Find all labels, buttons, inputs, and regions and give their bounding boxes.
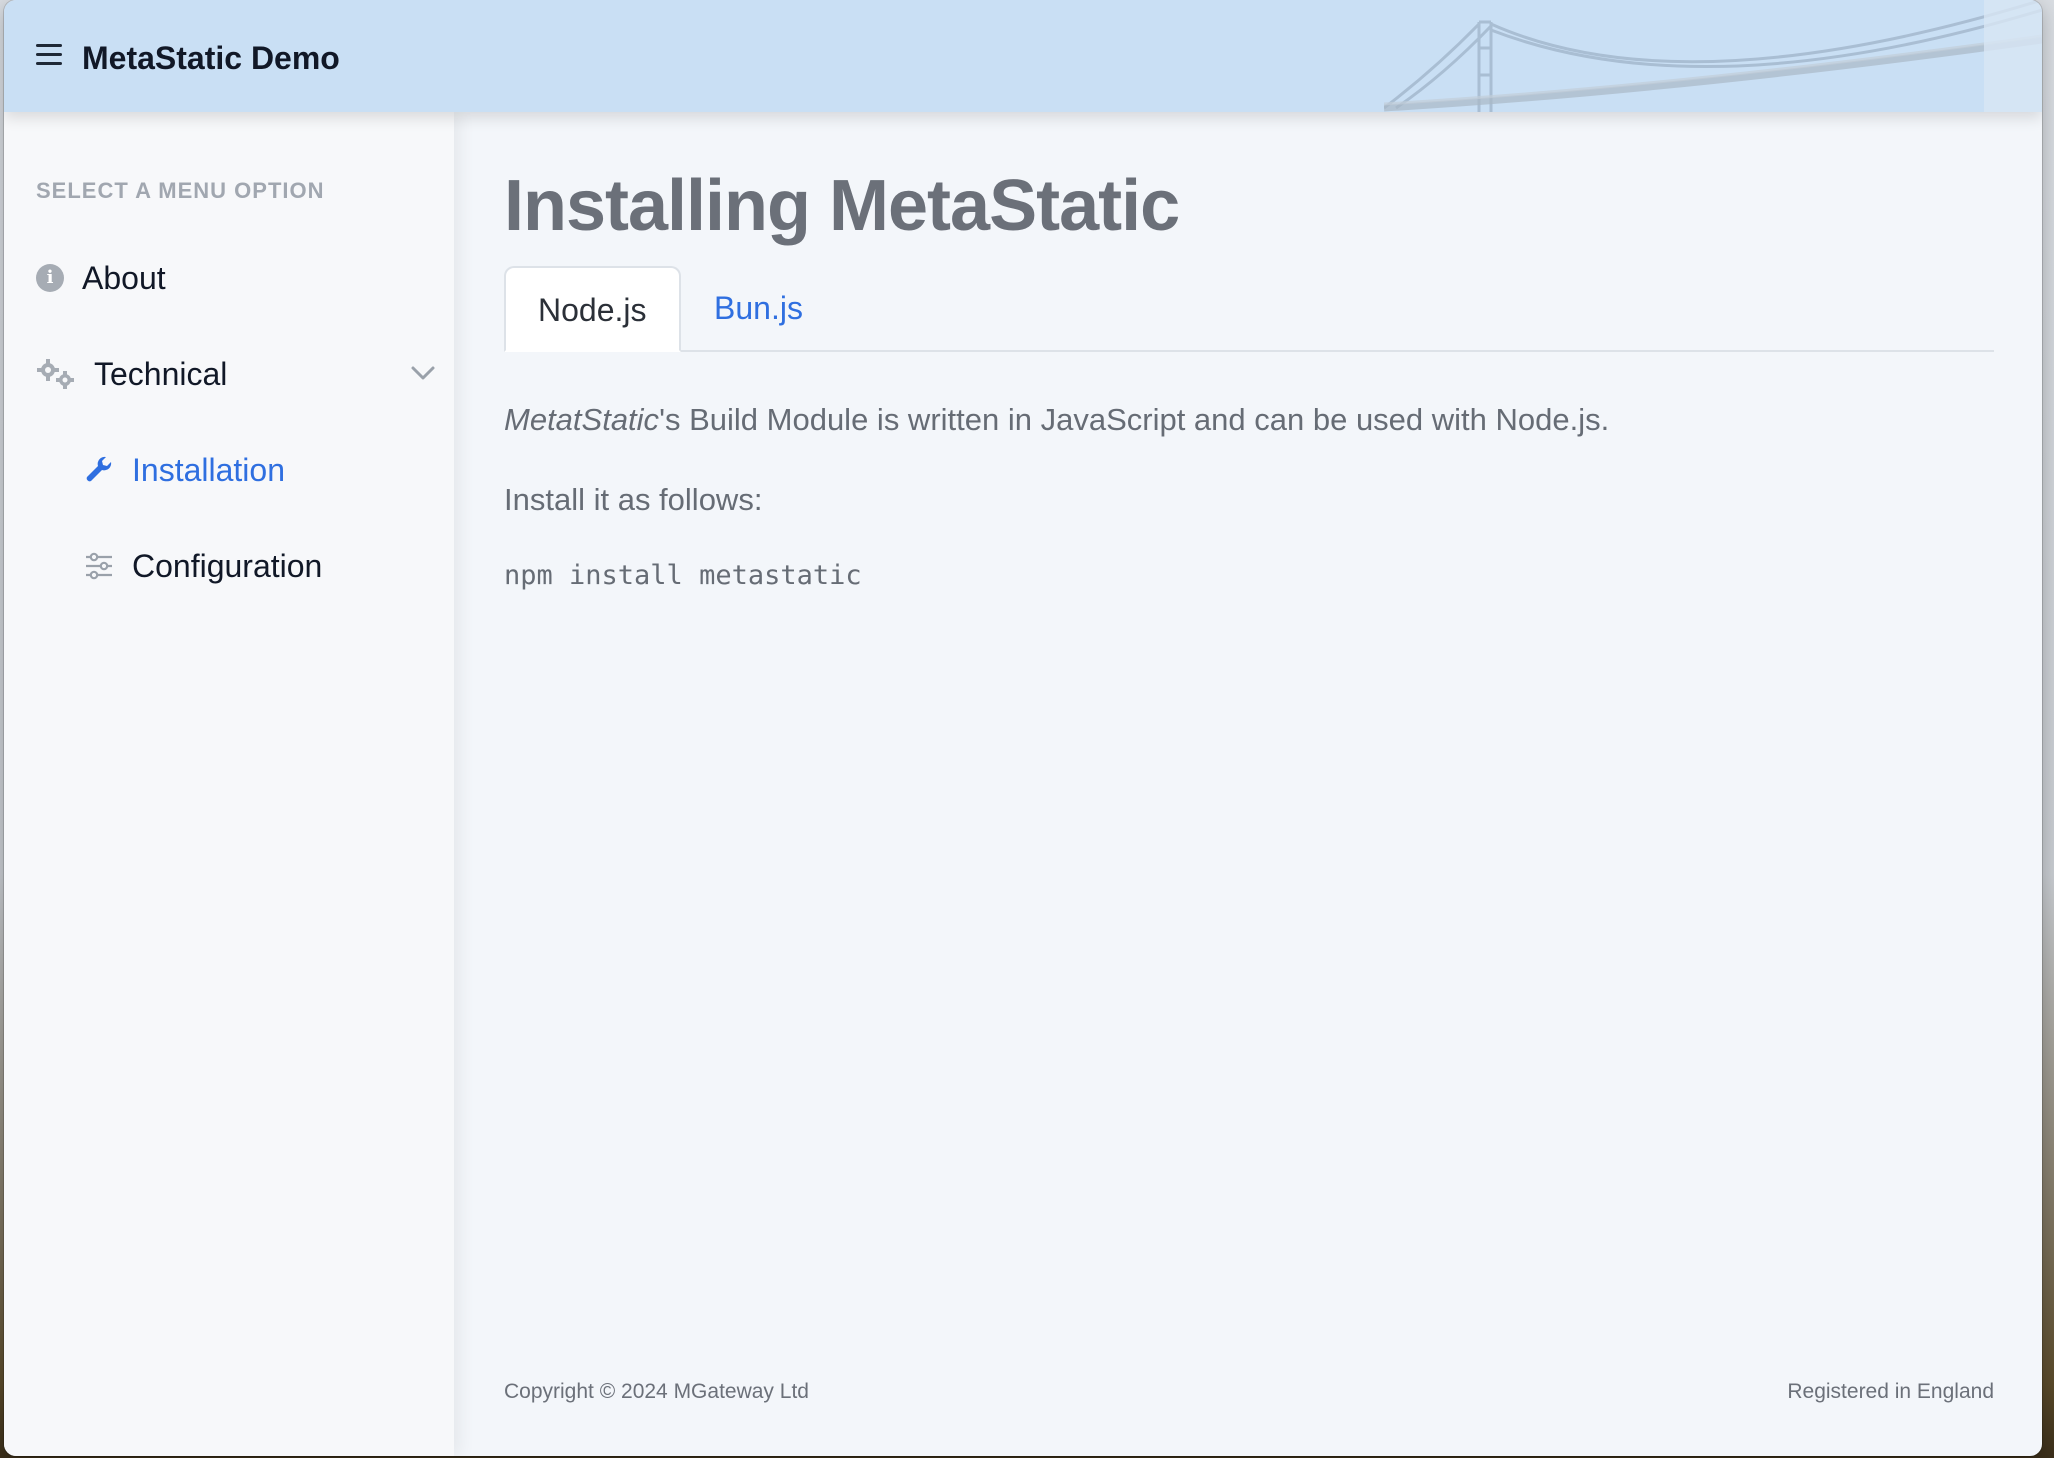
product-name-emphasis: MetatStatic — [504, 402, 660, 437]
sidebar-item-technical[interactable]: Technical — [36, 350, 436, 398]
info-icon: i — [36, 264, 64, 292]
install-command: npm install metastatic — [504, 560, 862, 591]
sidebar-item-label: Technical — [94, 355, 228, 392]
gears-icon — [37, 359, 74, 389]
chevron-down-icon[interactable] — [410, 360, 436, 386]
sidebar-item-installation[interactable]: Installation — [84, 446, 285, 494]
sidebar-item-label: About — [82, 259, 166, 296]
sidebar-item-configuration[interactable]: Configuration — [84, 542, 322, 590]
sidebar: SELECT A MENU OPTION i About Technical I… — [4, 112, 454, 1456]
intro-paragraph: MetatStatic's Build Module is written in… — [504, 402, 1609, 438]
footer-copyright: Copyright © 2024 MGateway Ltd — [504, 1380, 809, 1403]
sidebar-section-label: SELECT A MENU OPTION — [36, 178, 325, 203]
main-content: Installing MetaStatic Node.js Bun.js Met… — [454, 112, 2042, 1456]
footer-registration: Registered in England — [1787, 1380, 1994, 1403]
intro-paragraph-text: 's Build Module is written in JavaScript… — [659, 402, 1610, 437]
tab-bar: Node.js Bun.js — [504, 266, 1994, 352]
page-title: Installing MetaStatic — [504, 166, 1180, 246]
bridge-illustration — [1384, 0, 2042, 112]
app-header: MetaStatic Demo — [4, 0, 2042, 112]
tab-bunjs[interactable]: Bun.js — [682, 266, 835, 350]
wrench-icon — [86, 456, 112, 482]
sliders-icon — [86, 552, 112, 580]
browser-window: MetaStatic Demo SELECT A MENU OPTION i A… — [4, 0, 2042, 1456]
install-instructions: Install it as follows: — [504, 482, 763, 517]
menu-icon[interactable] — [36, 44, 62, 66]
sidebar-item-about[interactable]: i About — [36, 254, 166, 302]
app-title: MetaStatic Demo — [82, 40, 340, 76]
sidebar-item-label: Configuration — [132, 547, 323, 584]
sidebar-item-label: Installation — [132, 451, 285, 488]
tab-nodejs[interactable]: Node.js — [504, 266, 681, 352]
